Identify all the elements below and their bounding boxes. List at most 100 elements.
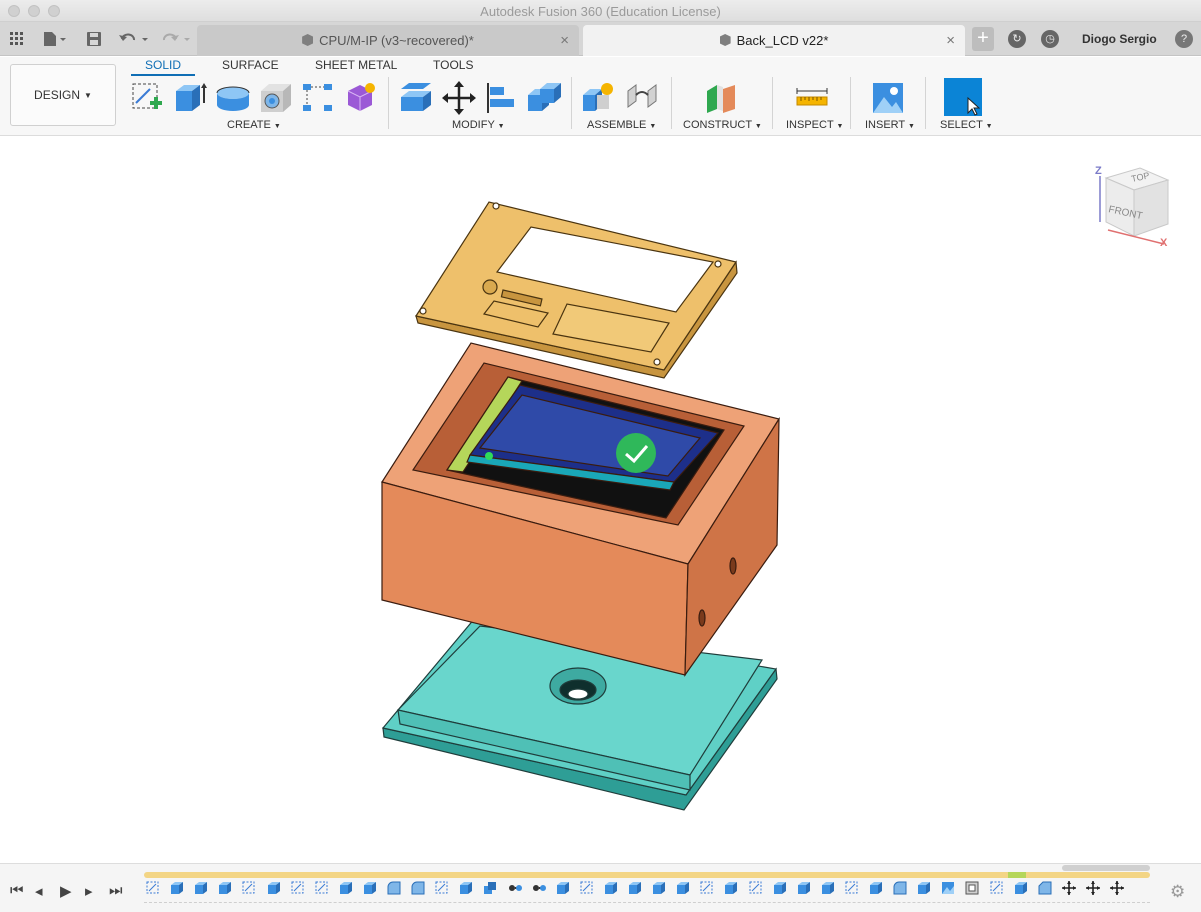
timeline-extrude-icon[interactable] — [821, 881, 835, 895]
timeline-sketch-icon[interactable] — [315, 881, 329, 895]
view-cube[interactable]: TOP FRONT Z X — [1090, 160, 1174, 256]
insert-image-icon[interactable] — [870, 81, 906, 115]
timeline-sketch-icon[interactable] — [700, 881, 714, 895]
timeline-chamfer-icon[interactable] — [1038, 881, 1052, 895]
timeline-extrude-icon[interactable] — [652, 881, 666, 895]
data-panel-grid-icon[interactable] — [6, 22, 28, 56]
workspace-switcher[interactable]: DESIGN ▼ — [10, 64, 116, 126]
assemble-menu[interactable]: ASSEMBLE ▼ — [587, 119, 656, 131]
redo-icon[interactable] — [158, 22, 194, 56]
timeline-extrude-icon[interactable] — [459, 881, 473, 895]
tab-cpu-m-ip[interactable]: CPU/M-IP (v3~recovered)* × — [197, 25, 579, 56]
timeline-shell-icon[interactable] — [965, 881, 979, 895]
revolve-icon[interactable] — [215, 81, 251, 115]
timeline-fillet-icon[interactable] — [893, 881, 907, 895]
undo-icon[interactable] — [116, 22, 152, 56]
timeline-combine-icon[interactable] — [483, 881, 497, 895]
model-view[interactable] — [0, 137, 1201, 863]
timeline-sketch-icon[interactable] — [146, 881, 160, 895]
create-form-icon[interactable] — [342, 81, 378, 115]
insert-menu[interactable]: INSERT ▼ — [865, 119, 915, 131]
step-back-icon[interactable]: ◂ — [35, 882, 43, 900]
timeline-extrude-icon[interactable] — [773, 881, 787, 895]
align-icon[interactable] — [484, 81, 520, 115]
timeline-extrude-icon[interactable] — [1014, 881, 1028, 895]
timeline-settings-gear-icon[interactable]: ⚙ — [1170, 882, 1185, 902]
timeline-move-icon[interactable] — [1110, 881, 1124, 895]
design-file-icon — [302, 34, 314, 46]
extrude-icon[interactable] — [172, 81, 208, 115]
timeline-marker[interactable] — [1008, 872, 1026, 878]
timeline-decal-icon[interactable] — [941, 881, 955, 895]
timeline-sketch-icon[interactable] — [291, 881, 305, 895]
new-tab-button[interactable]: + — [972, 27, 994, 51]
tab-surface[interactable]: SURFACE — [222, 58, 279, 72]
timeline-extrude-icon[interactable] — [194, 881, 208, 895]
timeline-joint-icon[interactable] — [508, 881, 522, 895]
select-icon[interactable] — [944, 78, 982, 116]
tab-sheet-metal[interactable]: SHEET METAL — [315, 58, 397, 72]
move-copy-icon[interactable] — [441, 81, 477, 115]
play-icon[interactable]: ▶ — [60, 882, 72, 900]
timeline-extrude-icon[interactable] — [724, 881, 738, 895]
timeline-scrollbar[interactable] — [1062, 865, 1150, 871]
timeline-move-icon[interactable] — [1085, 881, 1100, 895]
pattern-icon[interactable] — [300, 81, 336, 115]
timeline-extrude-icon[interactable] — [797, 881, 811, 895]
modify-menu[interactable]: MODIFY ▼ — [452, 119, 505, 131]
create-sketch-icon[interactable] — [130, 81, 166, 115]
timeline-fillet-icon[interactable] — [411, 881, 425, 895]
timeline-fillet-icon[interactable] — [387, 881, 401, 895]
new-component-icon[interactable] — [581, 81, 617, 115]
press-pull-icon[interactable] — [398, 81, 434, 115]
file-menu-icon[interactable] — [38, 22, 70, 56]
lcd-bezel-lid[interactable] — [415, 201, 738, 379]
chevron-down-icon: ▼ — [497, 123, 505, 130]
timeline-extrude-icon[interactable] — [628, 881, 642, 895]
canvas-viewport[interactable]: TOP FRONT Z X — [0, 137, 1201, 863]
construct-menu[interactable]: CONSTRUCT ▼ — [683, 119, 762, 131]
timeline-sketch-icon[interactable] — [845, 881, 859, 895]
close-tab-icon[interactable]: × — [560, 32, 569, 49]
measure-icon[interactable] — [794, 81, 830, 115]
notification-clock-icon[interactable]: ◷ — [1041, 30, 1059, 48]
offset-plane-icon[interactable] — [703, 81, 739, 115]
timeline-extrude-icon[interactable] — [339, 881, 353, 895]
workspace-label: DESIGN — [34, 88, 81, 102]
timeline-sketch-icon[interactable] — [435, 881, 449, 895]
inspect-menu[interactable]: INSPECT ▼ — [786, 119, 843, 131]
timeline-sketch-icon[interactable] — [242, 881, 256, 895]
save-icon[interactable] — [84, 22, 104, 56]
close-tab-icon[interactable]: × — [946, 32, 955, 49]
hole-icon[interactable] — [258, 81, 294, 115]
timeline-extrude-icon[interactable] — [869, 881, 883, 895]
job-status-icon[interactable]: ↻ — [1008, 30, 1026, 48]
timeline-extrude-icon[interactable] — [267, 881, 281, 895]
timeline-extrude-icon[interactable] — [170, 881, 184, 895]
timeline-move-icon[interactable] — [1061, 881, 1076, 895]
go-to-start-icon[interactable]: ⏮ — [10, 882, 24, 899]
create-menu[interactable]: CREATE ▼ — [227, 119, 281, 131]
select-menu[interactable]: SELECT ▼ — [940, 119, 993, 131]
timeline-extrude-icon[interactable] — [363, 881, 377, 895]
timeline-sketch-icon[interactable] — [990, 881, 1004, 895]
combine-icon[interactable] — [526, 81, 562, 115]
timeline-extrude-icon[interactable] — [604, 881, 618, 895]
timeline-sketch-icon[interactable] — [749, 881, 763, 895]
timeline-joint-icon[interactable] — [532, 881, 546, 895]
timeline-sketch-icon[interactable] — [580, 881, 594, 895]
joint-icon[interactable] — [624, 81, 660, 115]
timeline-extrude-icon[interactable] — [676, 881, 690, 895]
tab-back-lcd[interactable]: Back_LCD v22* × — [583, 25, 965, 56]
go-to-end-icon[interactable]: ⏭ — [109, 882, 123, 899]
timeline-extrude-icon[interactable] — [917, 881, 931, 895]
timeline-extrude-icon[interactable] — [218, 881, 232, 895]
tab-solid[interactable]: SOLID — [131, 58, 196, 76]
create-label: CREATE — [227, 119, 271, 131]
tab-tools[interactable]: TOOLS — [433, 58, 473, 72]
timeline-extrude-icon[interactable] — [556, 881, 570, 895]
lcd-enclosure-body[interactable] — [381, 342, 780, 677]
help-icon[interactable]: ? — [1175, 30, 1193, 48]
step-forward-icon[interactable]: ▸ — [85, 882, 93, 900]
user-account[interactable]: Diogo Sergio — [1082, 32, 1157, 46]
